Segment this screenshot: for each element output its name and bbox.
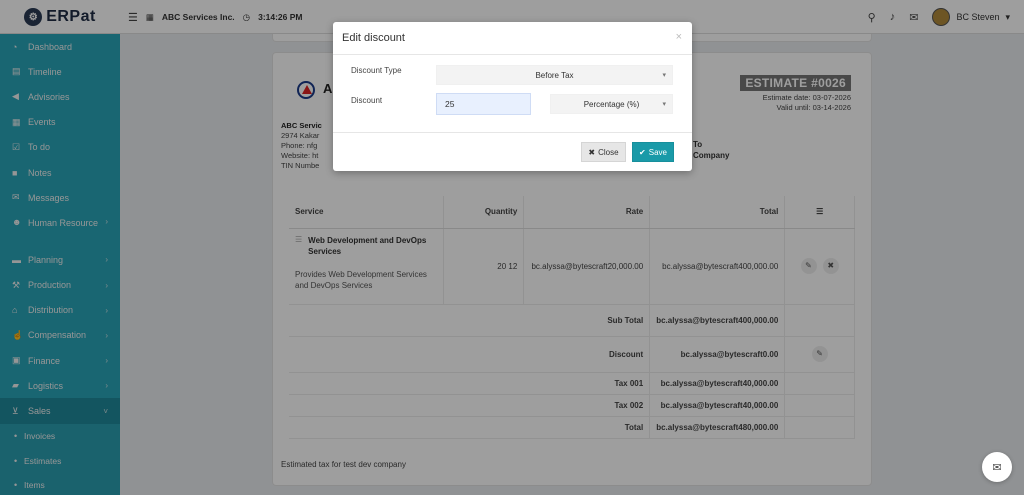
chevron-down-icon: ▾ — [662, 72, 666, 79]
save-button[interactable]: ✔ Save — [632, 142, 674, 162]
modal-title: Edit discount — [333, 22, 692, 55]
edit-discount-modal: Edit discount × Discount Type Before Tax… — [333, 22, 692, 171]
check-circle-icon: ✔ — [639, 147, 646, 157]
chat-bubble-icon[interactable]: ✉ — [982, 452, 1012, 482]
x-icon: ✖ — [588, 147, 596, 157]
discount-amount-input[interactable]: 25 — [436, 93, 531, 115]
chevron-down-icon: ▾ — [662, 101, 666, 108]
discount-type-label: Discount Type — [351, 66, 402, 75]
discount-label: Discount — [351, 96, 383, 105]
modal-divider — [333, 132, 692, 133]
close-button[interactable]: ✖ Close — [581, 142, 626, 162]
discount-type-select[interactable]: Before Tax ▾ — [436, 65, 673, 85]
discount-unit-select[interactable]: Percentage (%) ▾ — [550, 94, 673, 114]
close-icon[interactable]: × — [676, 31, 682, 43]
